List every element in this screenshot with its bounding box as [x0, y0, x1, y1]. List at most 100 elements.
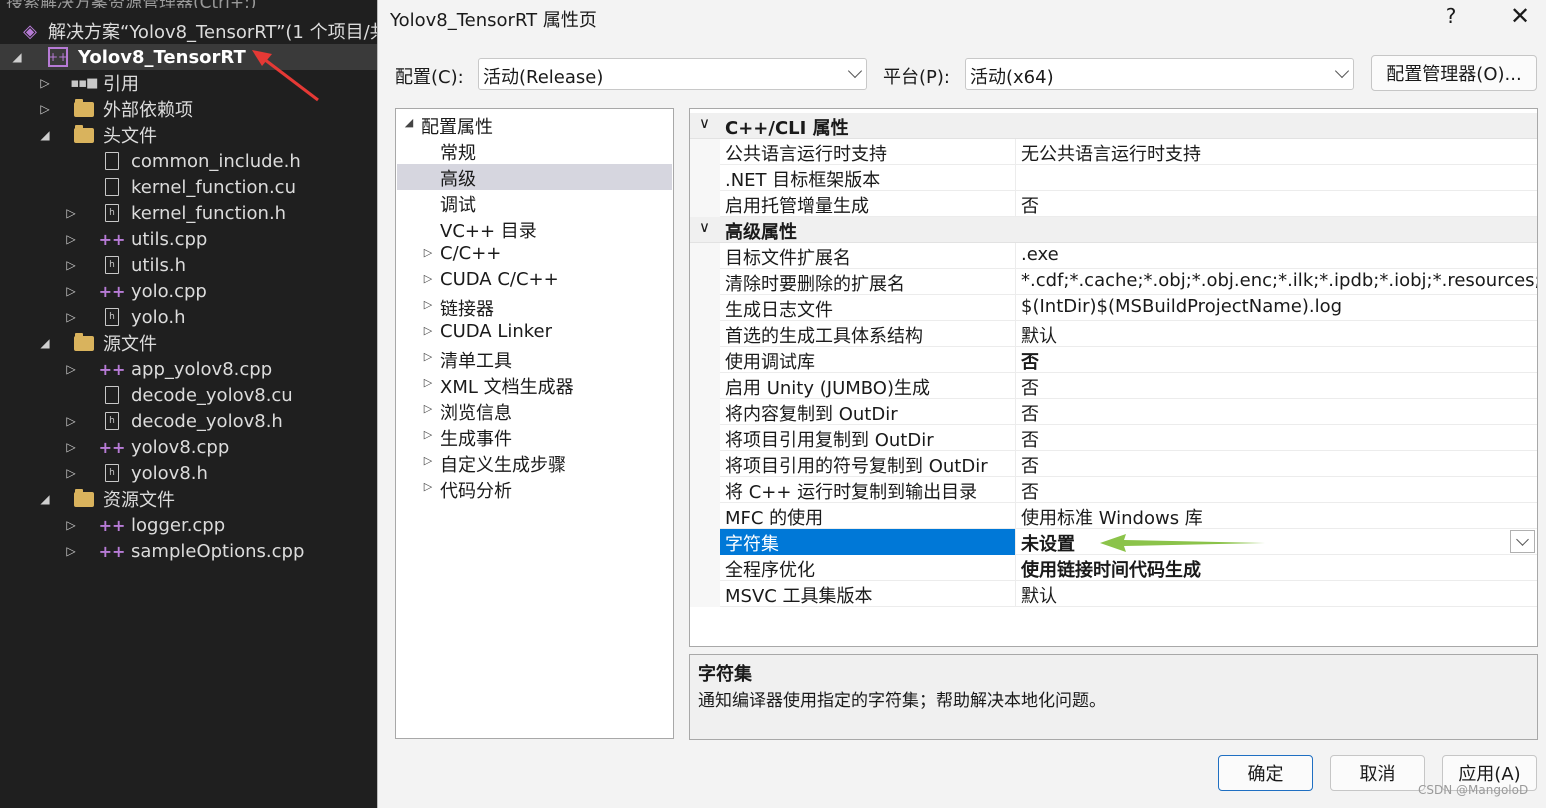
nav-item-cpp[interactable]: ▷ C/C++: [397, 242, 672, 268]
nav-item-debugging[interactable]: 调试: [397, 190, 672, 216]
collapsed-arrow-icon[interactable]: ▷: [64, 440, 78, 454]
property-value[interactable]: 未设置: [1017, 529, 1537, 555]
property-value[interactable]: 否: [1017, 451, 1537, 477]
nav-item-cuda-linker[interactable]: ▷ CUDA Linker: [397, 320, 672, 346]
property-row[interactable]: 启用托管增量生成 否: [690, 191, 1537, 217]
project-node[interactable]: ◢ ++ Yolov8_TensorRT: [0, 44, 380, 70]
expanded-arrow-icon[interactable]: ◢: [38, 336, 52, 350]
property-row[interactable]: 使用调试库 否: [690, 347, 1537, 373]
collapsed-arrow-icon[interactable]: ▷: [64, 544, 78, 558]
collapsed-arrow-icon[interactable]: ▷: [64, 310, 78, 324]
nav-item-build-events[interactable]: ▷ 生成事件: [397, 424, 672, 450]
collapsed-arrow-icon[interactable]: ▷: [64, 284, 78, 298]
property-value[interactable]: 否: [1017, 191, 1537, 217]
section-advanced-properties[interactable]: ∨ 高级属性: [690, 217, 1537, 243]
property-value[interactable]: 否: [1017, 399, 1537, 425]
property-value[interactable]: $(IntDir)$(MSBuildProjectName).log: [1017, 295, 1537, 321]
collapsed-arrow-icon[interactable]: ▷: [64, 518, 78, 532]
expanded-arrow-icon[interactable]: ◢: [38, 128, 52, 142]
collapsed-arrow-icon[interactable]: ▷: [422, 324, 434, 337]
solution-node[interactable]: ◈ 解决方案“Yolov8_TensorRT”(1 个项目/共: [0, 18, 380, 44]
collapsed-arrow-icon[interactable]: ▷: [422, 350, 434, 363]
collapsed-arrow-icon[interactable]: ▷: [64, 362, 78, 376]
property-value[interactable]: 使用标准 Windows 库: [1017, 503, 1537, 529]
tree-item-file[interactable]: kernel_function.cu: [0, 174, 380, 200]
tree-item-file[interactable]: ▷ ++ app_yolov8.cpp: [0, 356, 380, 382]
collapsed-arrow-icon[interactable]: ▷: [64, 466, 78, 480]
property-value[interactable]: 否: [1017, 425, 1537, 451]
property-row[interactable]: 将项目引用复制到 OutDir 否: [690, 425, 1537, 451]
nav-item-cuda-cpp[interactable]: ▷ CUDA C/C++: [397, 268, 672, 294]
nav-item-vc-directories[interactable]: VC++ 目录: [397, 216, 672, 242]
property-value[interactable]: 否: [1017, 347, 1537, 373]
collapsed-arrow-icon[interactable]: ▷: [38, 102, 52, 116]
tree-item-header-files[interactable]: ◢ 头文件: [0, 122, 380, 148]
tree-item-file[interactable]: ▷ ++ yolo.cpp: [0, 278, 380, 304]
nav-item-custom-build[interactable]: ▷ 自定义生成步骤: [397, 450, 672, 476]
expanded-arrow-icon[interactable]: ◢: [38, 492, 52, 506]
property-row[interactable]: 公共语言运行时支持 无公共语言运行时支持: [690, 139, 1537, 165]
nav-item-browse-info[interactable]: ▷ 浏览信息: [397, 398, 672, 424]
tree-item-resource-files[interactable]: ◢ 资源文件: [0, 486, 380, 512]
nav-item-linker[interactable]: ▷ 链接器: [397, 294, 672, 320]
property-row[interactable]: 全程序优化 使用链接时间代码生成: [690, 555, 1537, 581]
property-row[interactable]: MFC 的使用 使用标准 Windows 库: [690, 503, 1537, 529]
nav-item-config-properties[interactable]: ◢ 配置属性: [397, 112, 672, 138]
property-value[interactable]: .exe: [1017, 243, 1537, 269]
collapsed-arrow-icon[interactable]: ▷: [64, 414, 78, 428]
collapsed-arrow-icon[interactable]: ▷: [422, 454, 434, 467]
ok-button[interactable]: 确定: [1218, 755, 1313, 791]
tree-item-file[interactable]: common_include.h: [0, 148, 380, 174]
collapsed-arrow-icon[interactable]: ▷: [64, 206, 78, 220]
property-row[interactable]: 启用 Unity (JUMBO)生成 否: [690, 373, 1537, 399]
config-manager-button[interactable]: 配置管理器(O)...: [1371, 55, 1537, 91]
nav-item-advanced[interactable]: 高级: [397, 164, 672, 190]
nav-item-code-analysis[interactable]: ▷ 代码分析: [397, 476, 672, 502]
collapsed-arrow-icon[interactable]: ▷: [422, 246, 434, 259]
collapsed-arrow-icon[interactable]: ▷: [422, 402, 434, 415]
property-value[interactable]: 默认: [1017, 581, 1537, 607]
expanded-arrow-icon[interactable]: ◢: [403, 116, 415, 129]
tree-item-file[interactable]: ▷ h yolov8.h: [0, 460, 380, 486]
property-row[interactable]: 将内容复制到 OutDir 否: [690, 399, 1537, 425]
property-row[interactable]: 清除时要删除的扩展名 *.cdf;*.cache;*.obj;*.obj.enc…: [690, 269, 1537, 295]
collapsed-arrow-icon[interactable]: ▷: [64, 258, 78, 272]
tree-item-file[interactable]: ▷ ++ utils.cpp: [0, 226, 380, 252]
nav-item-xml-doc[interactable]: ▷ XML 文档生成器: [397, 372, 672, 398]
tree-item-file[interactable]: ▷ h decode_yolov8.h: [0, 408, 380, 434]
close-icon[interactable]: ✕: [1500, 2, 1540, 30]
collapse-chevron-icon[interactable]: ∨: [699, 218, 710, 236]
expanded-arrow-icon[interactable]: ◢: [10, 50, 24, 64]
collapse-chevron-icon[interactable]: ∨: [699, 114, 710, 132]
help-button[interactable]: ?: [1436, 4, 1466, 28]
search-input[interactable]: 搜索解决方案资源管理器(Ctrl+;): [0, 0, 380, 8]
property-row[interactable]: 首选的生成工具体系结构 默认: [690, 321, 1537, 347]
collapsed-arrow-icon[interactable]: ▷: [422, 298, 434, 311]
config-select[interactable]: 活动(Release): [478, 58, 867, 90]
tree-item-references[interactable]: ▷ ▪▪■ 引用: [0, 70, 380, 96]
collapsed-arrow-icon[interactable]: ▷: [422, 272, 434, 285]
property-row[interactable]: .NET 目标框架版本: [690, 165, 1537, 191]
property-value[interactable]: 使用链接时间代码生成: [1017, 555, 1537, 581]
collapsed-arrow-icon[interactable]: ▷: [422, 376, 434, 389]
cancel-button[interactable]: 取消: [1330, 755, 1425, 791]
property-row[interactable]: 目标文件扩展名 .exe: [690, 243, 1537, 269]
property-value[interactable]: [1017, 165, 1537, 191]
property-value[interactable]: 否: [1017, 477, 1537, 503]
nav-item-manifest-tool[interactable]: ▷ 清单工具: [397, 346, 672, 372]
tree-item-file[interactable]: ▷ ++ sampleOptions.cpp: [0, 538, 380, 564]
collapsed-arrow-icon[interactable]: ▷: [64, 232, 78, 246]
chevron-down-icon[interactable]: [1510, 530, 1535, 553]
tree-item-file[interactable]: ▷ ++ yolov8.cpp: [0, 434, 380, 460]
tree-item-file[interactable]: ▷ h utils.h: [0, 252, 380, 278]
property-row[interactable]: 将项目引用的符号复制到 OutDir 否: [690, 451, 1537, 477]
collapsed-arrow-icon[interactable]: ▷: [422, 480, 434, 493]
tree-item-file[interactable]: ▷ h yolo.h: [0, 304, 380, 330]
property-value[interactable]: 无公共语言运行时支持: [1017, 139, 1537, 165]
property-value[interactable]: 默认: [1017, 321, 1537, 347]
property-row[interactable]: MSVC 工具集版本 默认: [690, 581, 1537, 607]
tree-item-file[interactable]: ▷ ++ logger.cpp: [0, 512, 380, 538]
collapsed-arrow-icon[interactable]: ▷: [38, 76, 52, 90]
property-row[interactable]: 生成日志文件 $(IntDir)$(MSBuildProjectName).lo…: [690, 295, 1537, 321]
tree-item-file[interactable]: decode_yolov8.cu: [0, 382, 380, 408]
